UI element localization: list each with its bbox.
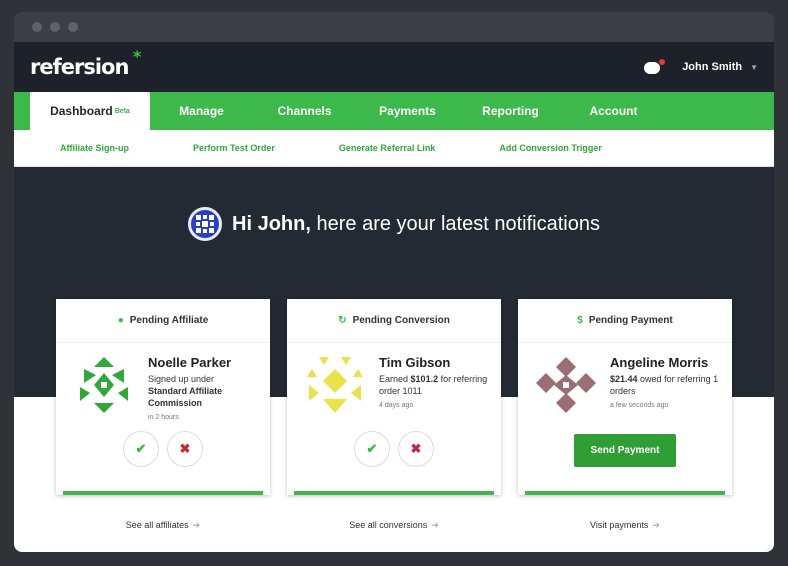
subnav-conversion-trigger[interactable]: Add Conversion Trigger [499, 143, 602, 153]
browser-chrome [14, 12, 774, 42]
person-icon: ● [117, 315, 124, 326]
payment-desc: $21.44 owed for referring 1 orders [610, 374, 719, 396]
card-title: Pending Payment [588, 315, 673, 326]
approve-button[interactable]: ✔ [354, 431, 390, 467]
logo-mark: * [133, 47, 141, 66]
tab-label: Dashboard [50, 104, 113, 118]
payment-name[interactable]: Angeline Morris [610, 355, 720, 370]
sub-nav: Affiliate Sign-up Perform Test Order Gen… [14, 130, 774, 167]
beta-badge: Beta [114, 107, 130, 115]
see-all-conversions-link[interactable]: See all conversions ➔ [287, 520, 501, 531]
pending-conversion-card: ↻ Pending Conversion Tim Gibson Earned $… [287, 299, 501, 495]
greeting: Hi John, here are your latest notificati… [14, 207, 774, 241]
refresh-icon: ↻ [338, 315, 347, 326]
top-bar: refersion * John Smith ▼ [14, 42, 774, 92]
refersion-logo[interactable]: refersion * [30, 47, 141, 79]
conversion-avatar [307, 357, 363, 413]
affiliate-name[interactable]: Noelle Parker [148, 355, 258, 370]
user-avatar [188, 207, 223, 241]
visit-payments-link[interactable]: Visit payments ➔ [518, 520, 732, 531]
logo-text: refersion [30, 55, 129, 79]
see-all-affiliates-link[interactable]: See all affiliates ➔ [56, 520, 270, 531]
conversion-desc: Earned $101.2 for referring order 1011 [379, 374, 488, 396]
tab-channels[interactable]: Channels [253, 92, 356, 130]
chat-icon[interactable] [644, 59, 666, 74]
tab-account[interactable]: Account [562, 92, 665, 130]
user-menu[interactable]: John Smith ▼ [682, 61, 758, 73]
reject-button[interactable]: ✖ [167, 431, 203, 467]
card-header: ● Pending Affiliate [56, 299, 270, 343]
subnav-affiliate-signup[interactable]: Affiliate Sign-up [60, 143, 129, 153]
card-header: $ Pending Payment [518, 299, 732, 343]
card-title: Pending Conversion [352, 315, 450, 326]
pending-affiliate-card: ● Pending Affiliate Noelle Parker Signed… [56, 299, 270, 495]
arrow-right-icon: ➔ [652, 520, 660, 530]
dollar-icon: $ [577, 315, 583, 326]
affiliate-desc: Signed up under Standard Affiliate Commis… [148, 374, 223, 408]
app-container: refersion * John Smith ▼ Dashboard Beta Ma… [14, 42, 774, 552]
window-dot[interactable] [32, 22, 42, 32]
user-name: John Smith [682, 61, 743, 73]
card-accent-bar [294, 491, 494, 495]
card-accent-bar [63, 491, 263, 495]
timestamp: in 2 hours [148, 414, 179, 421]
tab-manage[interactable]: Manage [150, 92, 253, 130]
greeting-text: Hi John, here are your latest notificati… [232, 212, 600, 235]
card-header: ↻ Pending Conversion [287, 299, 501, 343]
subnav-referral-link[interactable]: Generate Referral Link [339, 143, 436, 153]
subnav-test-order[interactable]: Perform Test Order [193, 143, 275, 153]
pending-payment-card: $ Pending Payment Angeline Morris $21.44… [518, 299, 732, 495]
conversion-name[interactable]: Tim Gibson [379, 355, 489, 370]
arrow-right-icon: ➔ [192, 520, 201, 530]
arrow-right-icon: ➔ [431, 520, 439, 530]
caret-down-icon: ▼ [750, 62, 758, 72]
tab-payments[interactable]: Payments [356, 92, 459, 130]
card-title: Pending Affiliate [129, 315, 209, 326]
notification-dot [659, 59, 666, 65]
timestamp: a few seconds ago [610, 402, 669, 409]
tab-dashboard[interactable]: Dashboard Beta [30, 92, 150, 130]
timestamp: 4 days ago [379, 402, 414, 409]
send-payment-button[interactable]: Send Payment [574, 434, 676, 467]
window-dot[interactable] [50, 22, 60, 32]
affiliate-avatar [80, 357, 128, 413]
payment-avatar [536, 357, 596, 413]
browser-window: refersion * John Smith ▼ Dashboard Beta Ma… [14, 12, 774, 552]
approve-button[interactable]: ✔ [123, 431, 159, 467]
tab-reporting[interactable]: Reporting [459, 92, 562, 130]
main-nav: Dashboard Beta Manage Channels Payments R… [14, 92, 774, 130]
window-dot[interactable] [68, 22, 78, 32]
reject-button[interactable]: ✖ [398, 431, 434, 467]
card-accent-bar [525, 491, 725, 495]
